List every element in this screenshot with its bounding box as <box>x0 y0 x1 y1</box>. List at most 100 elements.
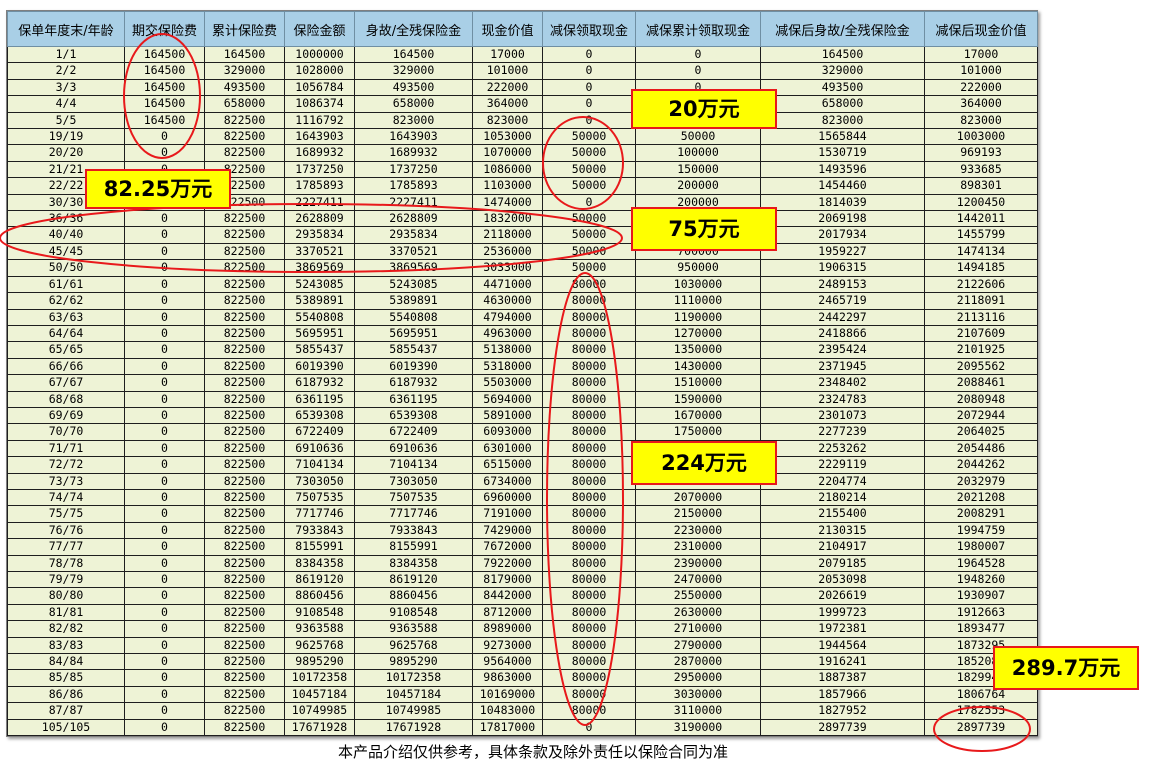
table-cell: 164500 <box>124 45 205 64</box>
table-cell: 0 <box>124 210 205 228</box>
table-cell: 1785893 <box>284 177 355 195</box>
table-cell: 80000 <box>542 472 636 490</box>
table-cell: 1944564 <box>760 636 925 655</box>
table-cell: 1893477 <box>924 620 1038 638</box>
table-cell: 822500 <box>204 669 285 687</box>
table-cell: 50000 <box>542 128 636 146</box>
table-cell: 3869569 <box>354 259 473 277</box>
table-cell: 2204774 <box>760 472 925 490</box>
table-cell: 50000 <box>542 210 636 228</box>
table-cell: 0 <box>124 669 205 687</box>
table-cell: 822500 <box>204 570 285 589</box>
table-cell: 20/20 <box>7 144 125 162</box>
table-row: 73/7308225007303050730305067340008000019… <box>7 472 1038 490</box>
table-cell: 7717746 <box>354 505 473 523</box>
table-cell: 1116792 <box>284 111 355 130</box>
table-cell: 658000 <box>760 95 925 113</box>
table-cell: 10749985 <box>354 702 473 720</box>
table-cell: 1785893 <box>354 177 473 195</box>
table-row: 4/41645006580001086374658000364000006580… <box>7 95 1038 113</box>
table-cell: 4794000 <box>472 308 543 326</box>
table-cell: 1857966 <box>760 685 925 704</box>
table-row: 19/19 0 822500 1643903 1643903 1053000 50000 50… <box>7 128 1038 146</box>
column-header: 期交保险费 <box>124 11 205 47</box>
table-cell: 2790000 <box>635 636 761 655</box>
table-cell: 2628809 <box>354 210 473 228</box>
table-cell: 0 <box>124 259 205 277</box>
table-row: 20/20 0 822500 1689932 1689932 1070000 50000 10… <box>7 144 1038 162</box>
table-cell: 0 <box>124 226 205 244</box>
table-cell: 1689932 <box>284 144 355 162</box>
table-cell: 2550000 <box>635 587 761 605</box>
table-cell: 6019390 <box>354 357 473 376</box>
table-cell: 2069198 <box>760 210 925 228</box>
table-row: 72/7208225007104134710413465150008000019… <box>7 456 1038 474</box>
table-cell: 822500 <box>204 259 285 277</box>
table-cell: 9625768 <box>354 636 473 655</box>
table-cell: 822500 <box>204 128 285 146</box>
table-cell: 9108548 <box>354 603 473 622</box>
table-cell: 72/72 <box>7 456 125 474</box>
table-cell: 8712000 <box>472 603 543 622</box>
table-cell: 17671928 <box>284 718 355 737</box>
benefit-table-sheet: 保单年度末/年龄 期交保险费 累计保险费 保险金额 身故/全残保险金 现金价值 减保领取现金… <box>6 10 1038 738</box>
table-cell: 1948260 <box>924 570 1038 589</box>
table-cell: 62/62 <box>7 292 125 310</box>
table-cell: 3033000 <box>472 259 543 277</box>
table-cell: 45/45 <box>7 242 125 261</box>
table-cell: 200000 <box>635 177 761 195</box>
table-cell: 329000 <box>354 62 473 80</box>
table-cell: 2227411 <box>354 193 473 212</box>
table-cell: 0 <box>124 636 205 655</box>
table-cell: 898301 <box>924 177 1038 195</box>
table-cell: 2536000 <box>472 242 543 261</box>
table-row: 64/64 0 822500 5695951 5695951 4963000 80000 12… <box>7 324 1038 343</box>
table-cell: 150000 <box>635 160 761 179</box>
table-cell: 80000 <box>542 456 636 474</box>
table-cell: 1086374 <box>284 95 355 113</box>
table-cell: 1030000 <box>635 275 761 294</box>
table-cell: 7933843 <box>284 521 355 540</box>
table-cell: 2465719 <box>760 292 925 310</box>
table-cell: 50000 <box>542 259 636 277</box>
table-cell: 1590000 <box>635 390 761 408</box>
table-cell: 17671928 <box>354 718 473 737</box>
table-cell: 0 <box>542 62 636 80</box>
table-cell: 0 <box>124 587 205 605</box>
table-cell: 2008291 <box>924 505 1038 523</box>
table-cell: 3370521 <box>284 242 355 261</box>
table-cell: 1912663 <box>924 603 1038 622</box>
table-cell: 0 <box>124 406 205 425</box>
table-cell: 0 <box>124 390 205 408</box>
table-cell: 1494185 <box>924 259 1038 277</box>
table-cell: 2/2 <box>7 62 125 80</box>
table-cell: 6734000 <box>472 472 543 490</box>
table-cell: 1454460 <box>760 177 925 195</box>
table-cell: 2054486 <box>924 439 1038 458</box>
table-cell: 5855437 <box>354 341 473 359</box>
table-cell: 2032979 <box>924 472 1038 490</box>
table-cell: 1103000 <box>472 177 543 195</box>
table-cell: 2122606 <box>924 275 1038 294</box>
table-cell: 74/74 <box>7 488 125 507</box>
table-row: 69/69 0 822500 6539308 6539308 5891000 80000 16… <box>7 406 1038 425</box>
table-cell: 1827952 <box>760 702 925 720</box>
annotation-label-289wan: 289.7万元 <box>993 646 1139 690</box>
table-cell: 6093000 <box>472 423 543 441</box>
table-cell: 1474134 <box>924 242 1038 261</box>
table-cell: 7672000 <box>472 538 543 556</box>
table-row: 45/4508225003370521337052125360005000070… <box>7 242 1038 261</box>
table-row: 68/68 0 822500 6361195 6361195 5694000 80000 15… <box>7 390 1038 408</box>
table-cell: 2017934 <box>760 226 925 244</box>
table-cell: 4963000 <box>472 324 543 343</box>
table-cell: 50/50 <box>7 259 125 277</box>
table-cell: 6722409 <box>354 423 473 441</box>
table-cell: 2710000 <box>635 620 761 638</box>
table-cell: 1200450 <box>924 193 1038 212</box>
table-cell: 2130315 <box>760 521 925 540</box>
table-row: 40/4008225002935834293583421180005000050… <box>7 226 1038 244</box>
table-cell: 1028000 <box>284 62 355 80</box>
table-cell: 2630000 <box>635 603 761 622</box>
table-row: 71/7108225006910636691063663010008000018… <box>7 439 1038 458</box>
table-cell: 17817000 <box>472 718 543 737</box>
